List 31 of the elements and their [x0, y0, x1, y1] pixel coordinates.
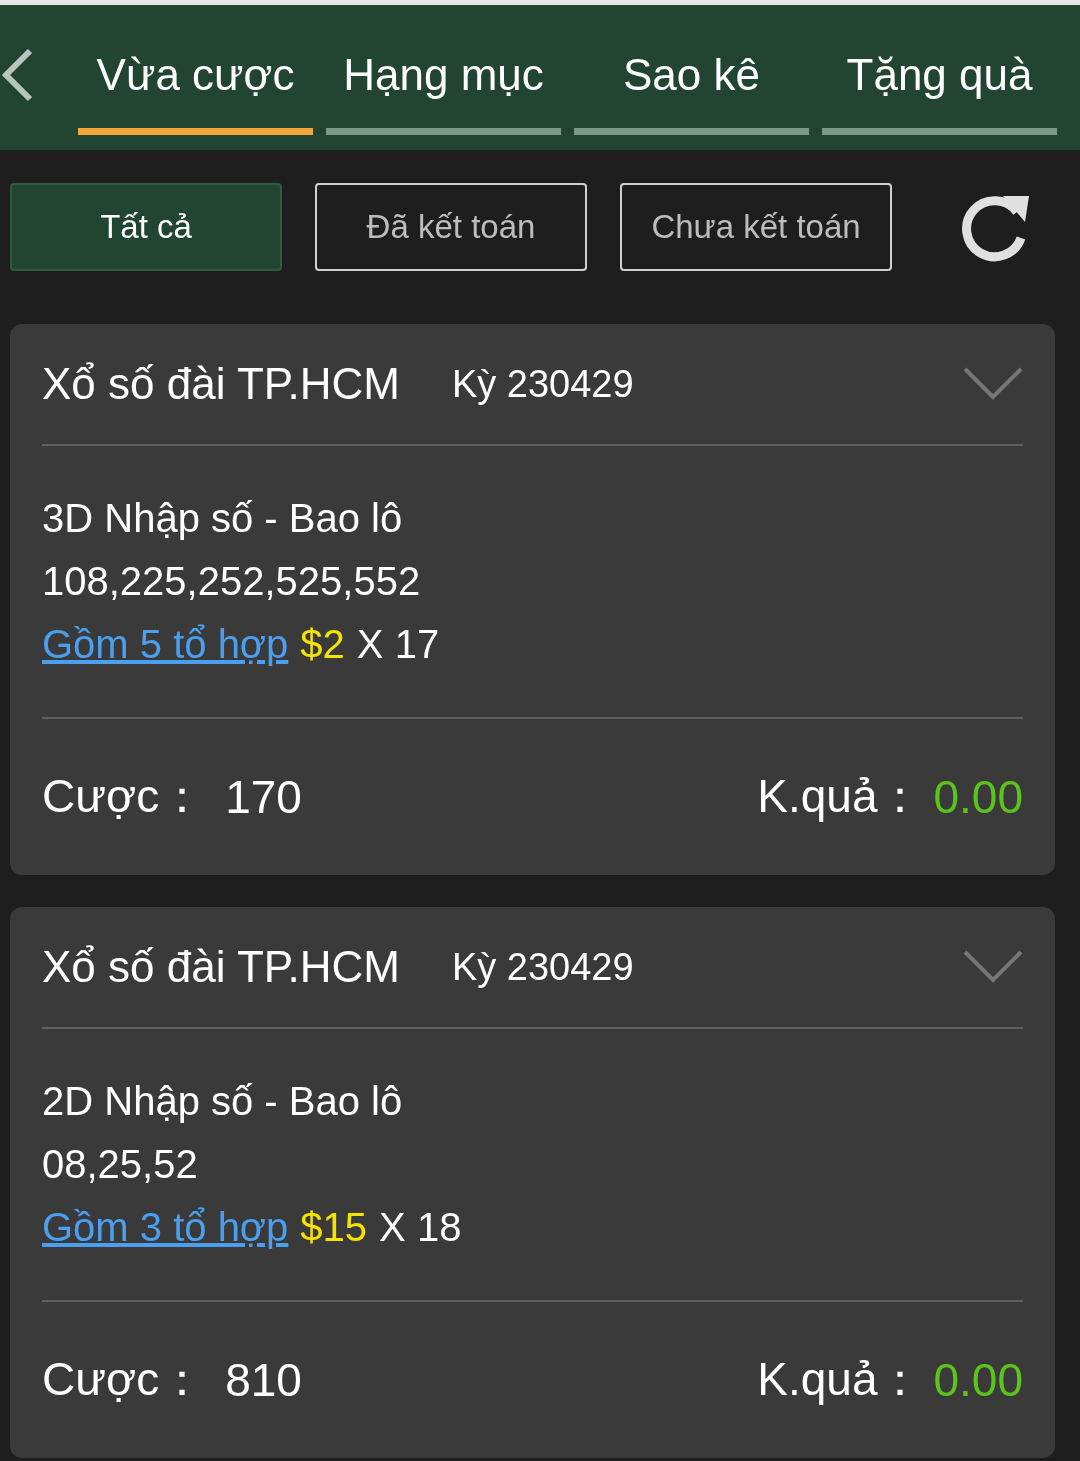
combinations-link[interactable]: Gồm 3 tổ hợp	[42, 1205, 289, 1250]
filter-button[interactable]: Đã kết toán	[315, 183, 587, 271]
result-amount: 0.00	[933, 770, 1023, 824]
tab[interactable]: Vừa cược	[78, 5, 313, 135]
unit-price: $15	[300, 1205, 368, 1250]
bet-type: 3D Nhập số - Bao lô	[42, 496, 404, 541]
combinations-link[interactable]: Gồm 5 tổ hợp	[42, 622, 289, 667]
stake-amount: 810	[225, 1353, 302, 1407]
stake-label: Cược：	[42, 1352, 206, 1407]
chevron-down-icon[interactable]	[963, 367, 1023, 401]
tab[interactable]: Tặng quà	[822, 5, 1057, 135]
period: Kỳ 230429	[451, 945, 634, 989]
stake-label: Cược：	[42, 769, 206, 824]
result-label: K.quả：	[757, 769, 924, 824]
result-label: K.quả：	[757, 1352, 924, 1407]
stake-amount: 170	[225, 770, 302, 824]
lottery-name: Xổ số đài TP.HCM	[42, 359, 400, 409]
bet-numbers: 108,225,252,525,552	[42, 559, 422, 604]
unit-price: $2	[300, 622, 345, 667]
multiplier: X 18	[379, 1205, 462, 1250]
tab[interactable]: Sao kê	[574, 5, 809, 135]
period: Kỳ 230429	[451, 362, 634, 406]
bet-type: 2D Nhập số - Bao lô	[42, 1079, 404, 1124]
result-amount: 0.00	[933, 1353, 1023, 1407]
lottery-name: Xổ số đài TP.HCM	[42, 942, 400, 992]
chevron-down-icon[interactable]	[963, 950, 1023, 984]
tab[interactable]: Hạng mục	[326, 5, 561, 135]
multiplier: X 17	[356, 622, 440, 667]
filter-button[interactable]: Chưa kết toán	[620, 183, 892, 271]
filter-button[interactable]: Tất cả	[10, 183, 282, 271]
bet-numbers: 08,25,52	[42, 1142, 199, 1187]
